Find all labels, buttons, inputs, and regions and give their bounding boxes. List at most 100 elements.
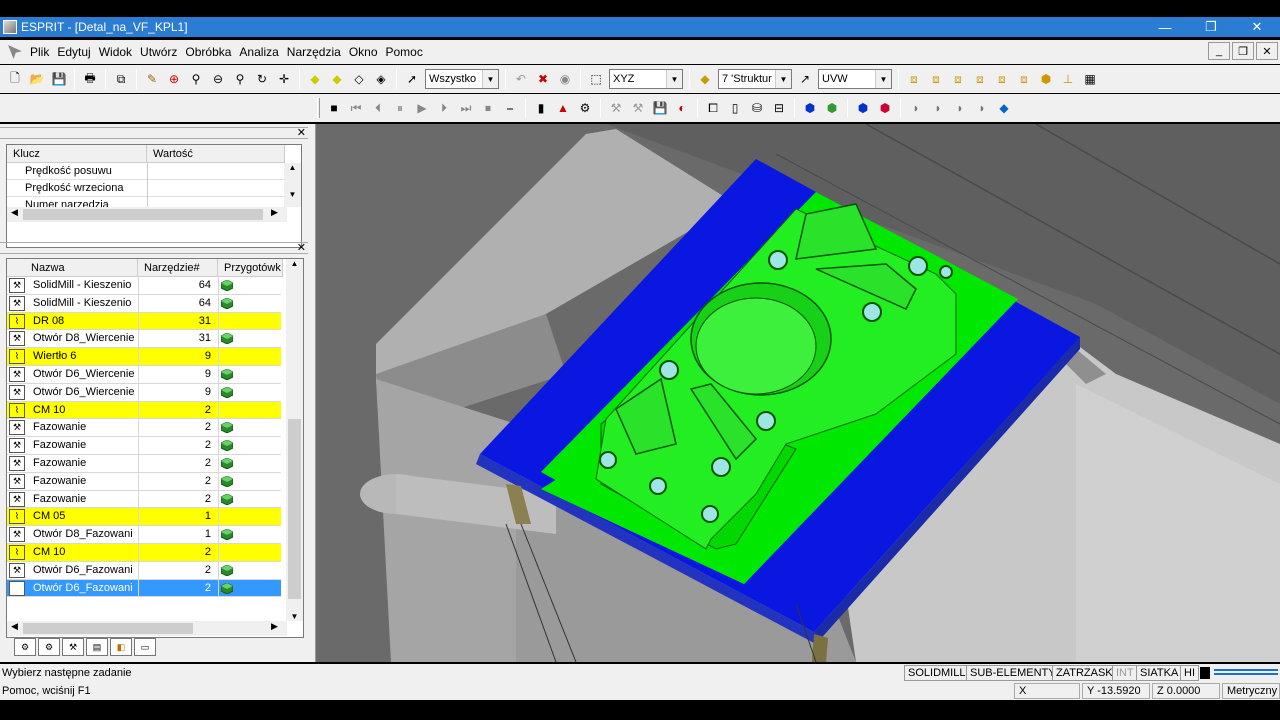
part-icon[interactable]: ⬢ — [823, 99, 841, 117]
operation-row[interactable]: ⚒ Fazowanie 2 — [7, 419, 281, 438]
chevron-down-icon[interactable]: ▼ — [875, 70, 891, 88]
mode-zatrzask[interactable]: ZATRZASK — [1052, 665, 1117, 681]
step-forward-icon[interactable]: ⏵ — [435, 99, 453, 117]
operation-row[interactable]: ⚒ Otwór D6_Fazowani 2 — [7, 579, 281, 598]
layer-combo[interactable]: 7 'Struktur ▼ — [718, 69, 792, 89]
col-value-header[interactable]: Wartość — [147, 145, 285, 163]
compare-icon[interactable]: ◐ — [673, 99, 691, 117]
operation-row[interactable]: ⚒ Otwór D8_Fazowani 1 — [7, 526, 281, 544]
mode-hi[interactable]: HI — [1180, 665, 1199, 681]
transparency2-icon[interactable]: ◗ — [929, 99, 947, 117]
menu-widok[interactable]: Widok — [95, 45, 136, 59]
select-arrow-icon[interactable]: ➚ — [403, 70, 421, 88]
settings-icon[interactable]: ⚙ — [576, 99, 594, 117]
view-right-icon[interactable]: ⧈ — [971, 70, 989, 88]
stock-display-icon[interactable]: ⬢ — [854, 99, 872, 117]
operation-row[interactable]: ⚒ Fazowanie 2 — [7, 490, 281, 509]
tab-notes-icon[interactable]: ▤ — [86, 638, 108, 656]
operation-row[interactable]: ⚒ Fazowanie 2 — [7, 455, 281, 473]
operation-row[interactable]: ⚒ Otwór D8_Wiercenie 31 — [7, 330, 281, 349]
tab-layers-icon[interactable]: ◧ — [110, 638, 132, 656]
tab-features-icon[interactable]: ⚙ — [38, 638, 60, 656]
tool-row[interactable]: ⌇ CM 10 2 — [7, 544, 281, 562]
transparency4-icon[interactable]: ◗ — [973, 99, 991, 117]
print-icon[interactable]: 🖶 — [81, 70, 99, 88]
operation-row[interactable]: ⚒ Otwór D6_Wiercenie 9 — [7, 366, 281, 384]
view-bottom-icon[interactable]: ⧈ — [1015, 70, 1033, 88]
properties-hscroll[interactable]: ◀ ▶ — [7, 207, 287, 222]
step-back-icon[interactable]: ⏴ — [369, 99, 387, 117]
tab-project-icon[interactable]: ⚒ — [62, 638, 84, 656]
menu-obrobka[interactable]: Obróbka — [181, 45, 235, 59]
stop-icon[interactable]: ■ — [325, 99, 343, 117]
solid-sim-icon[interactable]: ⚒ — [607, 99, 625, 117]
zoom-out-icon[interactable]: ⊖ — [209, 70, 227, 88]
menu-narzedzia[interactable]: Narzędzia — [283, 45, 345, 59]
mdi-restore-button[interactable]: ❐ — [1232, 42, 1254, 60]
work-coordinates-icon[interactable]: ↗ — [796, 70, 814, 88]
scroll-right-icon[interactable]: ▶ — [271, 621, 278, 632]
tab-operations-icon[interactable]: ⚙ — [14, 638, 36, 656]
open-folder-icon[interactable]: 📂 — [28, 70, 46, 88]
copy-icon[interactable]: ⧉ — [112, 70, 130, 88]
menu-edytuj[interactable]: Edytuj — [53, 45, 94, 59]
delete-icon[interactable]: ✖ — [534, 70, 552, 88]
color-swatch[interactable] — [1200, 667, 1210, 679]
operation-row[interactable]: ⚒ Otwór D6_Wiercenie 9 — [7, 383, 281, 402]
view-left-icon[interactable]: ⧈ — [949, 70, 967, 88]
close-icon[interactable]: ✕ — [297, 241, 306, 254]
chuck-icon[interactable]: ⊟ — [770, 99, 788, 117]
wireframe-icon[interactable]: ◇ — [350, 70, 368, 88]
chevron-down-icon[interactable]: ▼ — [482, 70, 498, 88]
chevron-down-icon[interactable]: ▼ — [666, 70, 682, 88]
operation-row[interactable]: ⚒ Fazowanie 2 — [7, 437, 281, 455]
tool-row[interactable]: ⌇ CM 10 2 — [7, 401, 281, 420]
mode-sub-elementy[interactable]: SUB-ELEMENTY — [966, 665, 1060, 681]
scroll-thumb[interactable] — [23, 623, 193, 634]
operation-row[interactable]: ⚒ Otwór D6_Fazowani 2 — [7, 561, 281, 580]
tool-row[interactable]: ⌇ Wiertło 6 9 — [7, 348, 281, 366]
col-key-header[interactable]: Klucz — [7, 145, 147, 163]
pause-icon[interactable]: ⏸ — [391, 99, 409, 117]
blank-icon[interactable]: ▯ — [726, 99, 744, 117]
scroll-right-icon[interactable]: ▶ — [271, 207, 278, 218]
menu-utworz[interactable]: Utwórz — [136, 45, 181, 59]
uvw-combo[interactable]: UVW ▼ — [818, 69, 892, 89]
scroll-left-icon[interactable]: ◀ — [11, 207, 18, 218]
fast-forward-icon[interactable]: ⏭ — [457, 99, 475, 117]
mdi-close-button[interactable]: ✕ — [1256, 42, 1278, 60]
operation-row[interactable]: ⚒ SolidMill - Kieszenio 64 — [7, 277, 281, 295]
end-icon[interactable]: ⏹ — [479, 99, 497, 117]
solid-shade-icon[interactable]: ◆ — [306, 70, 324, 88]
model-view[interactable] — [316, 124, 1280, 662]
solid-sim2-icon[interactable]: ⚒ — [629, 99, 647, 117]
tab-clipboard-icon[interactable]: ▭ — [134, 638, 156, 656]
grid-icon[interactable]: ▦ — [1081, 70, 1099, 88]
mode-siatka[interactable]: SIATKA — [1136, 665, 1183, 681]
document-icon[interactable] — [8, 45, 22, 59]
save-icon[interactable]: 💾 — [50, 70, 68, 88]
operations-vscroll[interactable]: ▲ ▼ — [286, 259, 303, 621]
axis-icon[interactable]: ⊥ — [1059, 70, 1077, 88]
undo-icon[interactable]: ↶ — [512, 70, 530, 88]
zoom-icon[interactable]: ⚲ — [187, 70, 205, 88]
properties-vscroll[interactable]: ▲ ▼ — [284, 163, 301, 207]
3d-viewport[interactable] — [316, 124, 1280, 662]
close-icon[interactable]: ✕ — [297, 126, 306, 139]
play-icon[interactable]: ▶ — [413, 99, 431, 117]
mode-int[interactable]: INT — [1112, 665, 1138, 681]
shade-icon[interactable]: ◆ — [328, 70, 346, 88]
col-tool-header[interactable]: Narzędzie# — [138, 259, 218, 277]
col-name-header[interactable]: Nazwa — [7, 259, 138, 277]
hidden-lines-icon[interactable]: ◈ — [372, 70, 390, 88]
operation-row[interactable]: ⚒ Fazowanie 2 — [7, 472, 281, 491]
scroll-thumb[interactable] — [23, 209, 263, 220]
operation-row[interactable]: ⚒ SolidMill - Kieszenio 64 — [7, 294, 281, 313]
save-sim-icon[interactable]: 💾 — [651, 99, 669, 117]
view-iso-icon[interactable]: ⬢ — [1037, 70, 1055, 88]
tool-icon[interactable]: ▮ — [532, 99, 550, 117]
scroll-up-icon[interactable]: ▲ — [286, 259, 303, 268]
close-button[interactable]: ✕ — [1234, 17, 1280, 37]
col-setup-header[interactable]: Przygotówk — [218, 259, 283, 277]
redraw-icon[interactable]: ✎ — [143, 70, 161, 88]
